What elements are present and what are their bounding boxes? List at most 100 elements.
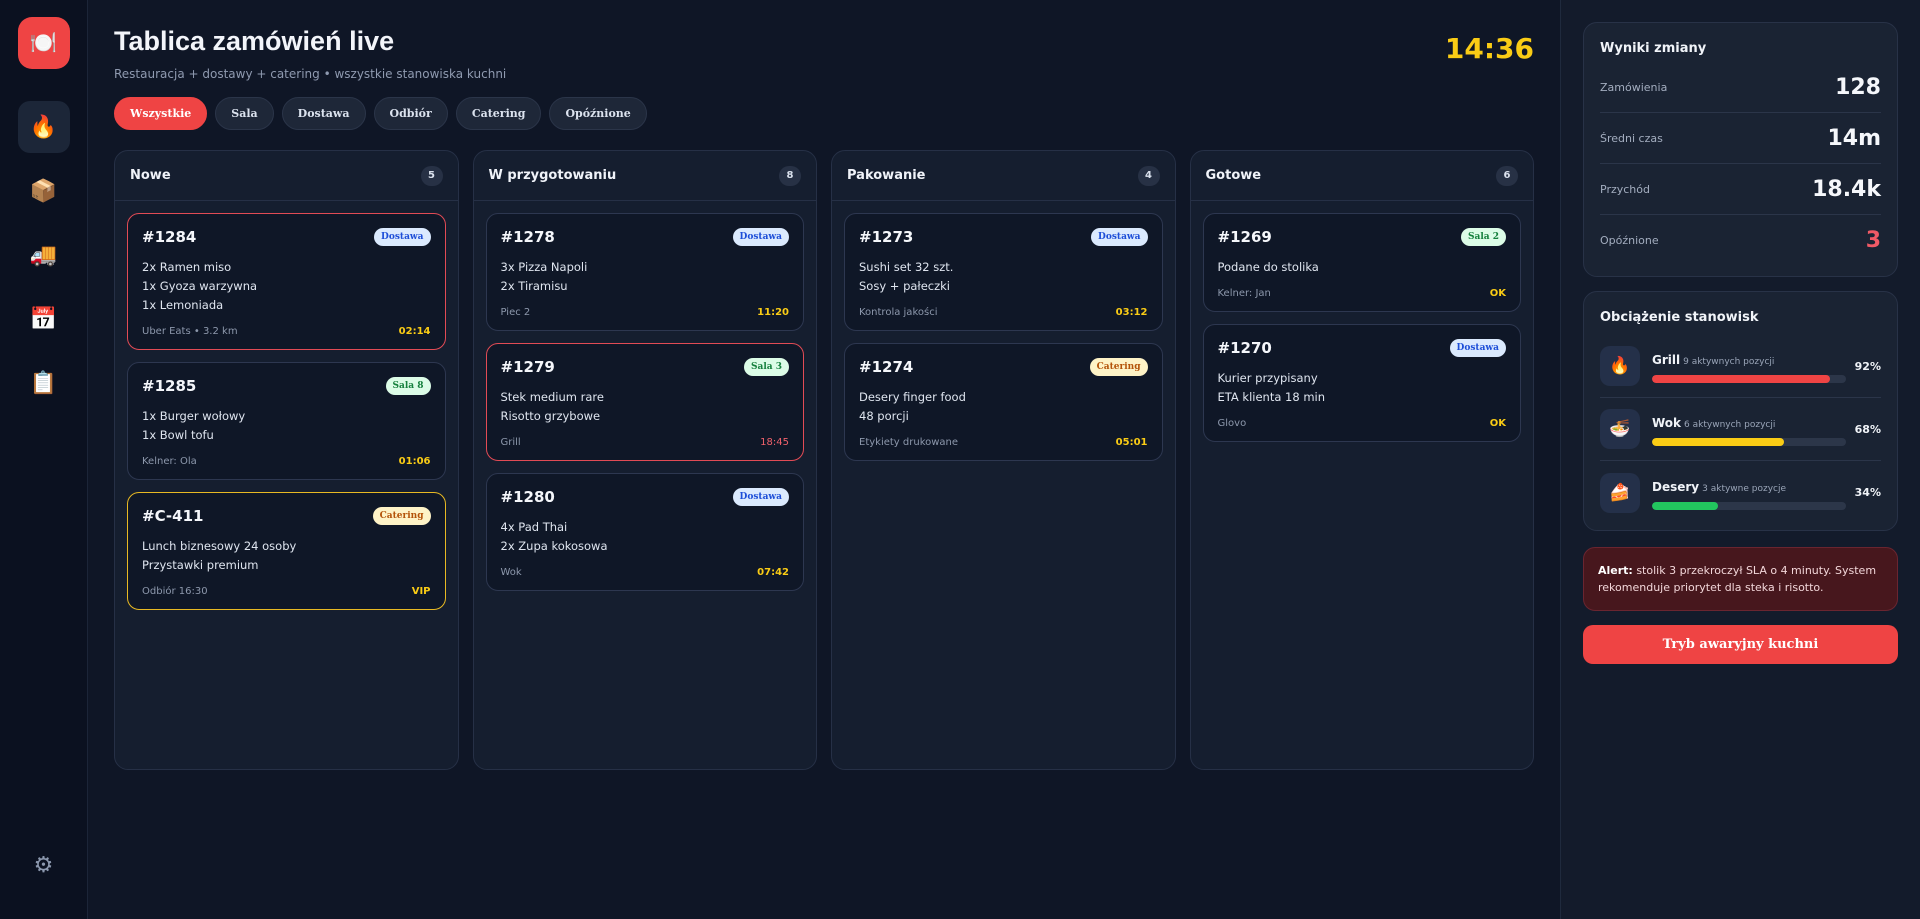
cake-icon: 🍰 (1600, 472, 1640, 513)
column-new: Nowe 5 #1284 Dostawa 2x Ramen miso 1x Gy… (114, 150, 459, 770)
order-item: 2x Zupa kokosowa (500, 539, 608, 553)
order-note: Etykiety drukowane (859, 437, 959, 448)
order-items: Stek medium rare Risotto grzybowe (501, 388, 790, 426)
load-bar-fill (1652, 501, 1718, 510)
order-items: Podane do stolika (1218, 258, 1507, 277)
order-items: Desery finger food 48 porcji (859, 388, 1148, 426)
panel-title: Wyniki zmiany (1600, 41, 1707, 56)
order-id: #1280 (500, 488, 555, 506)
page-title: Tablica zamówień live (114, 26, 395, 56)
station-sub: 9 aktywnych pozycji (1683, 357, 1775, 367)
column-title: Pakowanie (847, 168, 926, 183)
column-header: Pakowanie 4 (832, 151, 1175, 201)
station-percent: 92% (1854, 359, 1881, 373)
order-type-badge: Catering (1089, 358, 1148, 376)
noodles-icon: 🍜 (1600, 409, 1640, 449)
order-card[interactable]: #C-411 Catering Lunch biznesowy 24 osoby… (127, 492, 446, 610)
order-timer: 11:20 (757, 307, 789, 318)
stat-value: 128 (1835, 74, 1881, 100)
order-id: #1274 (859, 358, 914, 376)
order-card[interactable]: #1273 Dostawa Sushi set 32 szt. Sosy + p… (844, 213, 1163, 331)
station-row: 🍜 Wok 6 aktywnych pozycji 68% (1600, 398, 1881, 461)
order-status: OK (1489, 288, 1506, 299)
order-id: #C-411 (142, 507, 204, 525)
nav-calendar[interactable]: 📅 (18, 293, 70, 345)
stat-value: 18.4k (1812, 176, 1881, 202)
load-bar (1652, 438, 1846, 446)
nav-reports[interactable]: 📋 (18, 357, 70, 409)
order-type-badge: Dostawa (732, 228, 789, 246)
stat-label: Opóźnione (1600, 234, 1659, 247)
order-items: 2x Ramen miso 1x Gyoza warzywna 1x Lemon… (142, 258, 431, 315)
order-items: Kurier przypisany ETA klienta 18 min (1218, 369, 1507, 407)
order-item: Podane do stolika (1217, 260, 1319, 274)
order-note: Wok (500, 567, 522, 578)
stat-value: 14m (1827, 125, 1881, 151)
load-bar-fill (1652, 375, 1831, 383)
order-card[interactable]: #1285 Sala 8 1x Burger wołowy 1x Bowl to… (127, 362, 446, 480)
load-bar (1652, 501, 1846, 510)
order-card[interactable]: #1280 Dostawa 4x Pad Thai 2x Zupa kokoso… (485, 473, 804, 591)
station-name: Wok (1652, 416, 1682, 430)
filter-pickup[interactable]: Odbiór (373, 97, 448, 130)
column-count: 5 (420, 165, 443, 186)
filter-all[interactable]: Wszystkie (114, 97, 208, 130)
order-item: Stek medium rare (500, 390, 604, 404)
column-header: W przygotowaniu 8 (473, 151, 816, 201)
order-timer: 05:01 (1115, 437, 1148, 448)
station-percent: 68% (1854, 422, 1881, 436)
order-note: Kelner: Jan (1217, 288, 1271, 299)
filter-dine-in[interactable]: Sala (215, 97, 274, 130)
gear-icon: ⚙ (33, 852, 54, 878)
column-title: Nowe (130, 168, 171, 183)
station-name: Desery (1652, 479, 1700, 494)
order-card[interactable]: #1269 Sala 2 Podane do stolika Kelner: J… (1202, 213, 1521, 312)
order-note: Uber Eats • 3.2 km (142, 326, 238, 337)
station-name: Grill (1652, 353, 1681, 367)
order-note: Piec 2 (500, 307, 531, 318)
order-id: #1285 (142, 377, 197, 395)
order-item: Lunch biznesowy 24 osoby (142, 539, 297, 553)
order-item: Risotto grzybowe (500, 409, 601, 423)
settings-button[interactable]: ⚙ (18, 839, 70, 891)
right-panel: Wyniki zmiany Zamówienia 128 Średni czas… (1560, 0, 1920, 919)
main-board: Tablica zamówień live Restauracja + dost… (88, 0, 1560, 919)
order-item: ETA klienta 18 min (1217, 390, 1326, 404)
order-items: 3x Pizza Napoli 2x Tiramisu (501, 258, 790, 296)
filter-bar: Wszystkie Sala Dostawa Odbiór Catering O… (114, 97, 1534, 130)
filter-catering[interactable]: Catering (455, 97, 542, 130)
panel-title: Obciążenie stanowisk (1600, 310, 1759, 325)
order-type-badge: Sala 8 (385, 377, 431, 395)
alert-label: Alert: (1598, 564, 1633, 577)
emergency-mode-button[interactable]: Tryb awaryjny kuchni (1583, 625, 1898, 664)
station-percent: 34% (1854, 486, 1881, 499)
nav-packaging[interactable]: 📦 (18, 165, 70, 217)
filter-delivery[interactable]: Dostawa (281, 97, 366, 130)
order-items: Sushi set 32 szt. Sosy + pałeczki (859, 258, 1148, 296)
stat-label: Średni czas (1600, 131, 1663, 145)
order-card[interactable]: #1270 Dostawa Kurier przypisany ETA klie… (1202, 324, 1521, 442)
order-note: Kontrola jakości (859, 307, 938, 318)
order-item: 1x Gyoza warzywna (142, 279, 258, 293)
load-bar-fill (1652, 438, 1784, 446)
station-load-panel: Obciążenie stanowisk 🔥 Grill 9 aktywnych … (1583, 291, 1898, 531)
calendar-icon: 📅 (29, 306, 58, 332)
order-id: #1270 (1217, 339, 1272, 357)
nav-orders[interactable]: 🔥 (17, 101, 70, 153)
station-sub: 6 aktywnych pozycji (1684, 420, 1776, 430)
load-bar (1652, 375, 1846, 383)
app-logo[interactable]: 🍽️ (17, 17, 70, 69)
station-row: 🔥 Grill 9 aktywnych pozycji 92% (1600, 335, 1881, 398)
order-card[interactable]: #1279 Sala 3 Stek medium rare Risotto gr… (485, 343, 804, 461)
order-note: Odbiór 16:30 (142, 586, 208, 597)
nav-delivery[interactable]: 🚚 (18, 229, 70, 281)
order-item: 2x Tiramisu (500, 279, 568, 293)
filter-delayed[interactable]: Opóźnione (549, 97, 647, 130)
station-sub: 3 aktywne pozycje (1702, 483, 1787, 494)
order-card[interactable]: #1274 Catering Desery finger food 48 por… (844, 343, 1163, 461)
order-type-badge: Sala 2 (1461, 228, 1506, 246)
shift-results-panel: Wyniki zmiany Zamówienia 128 Średni czas… (1583, 22, 1898, 277)
column-in-progress: W przygotowaniu 8 #1278 Dostawa 3x Pizza… (472, 150, 817, 770)
order-card[interactable]: #1278 Dostawa 3x Pizza Napoli 2x Tiramis… (485, 213, 804, 331)
order-card[interactable]: #1284 Dostawa 2x Ramen miso 1x Gyoza war… (127, 213, 446, 350)
